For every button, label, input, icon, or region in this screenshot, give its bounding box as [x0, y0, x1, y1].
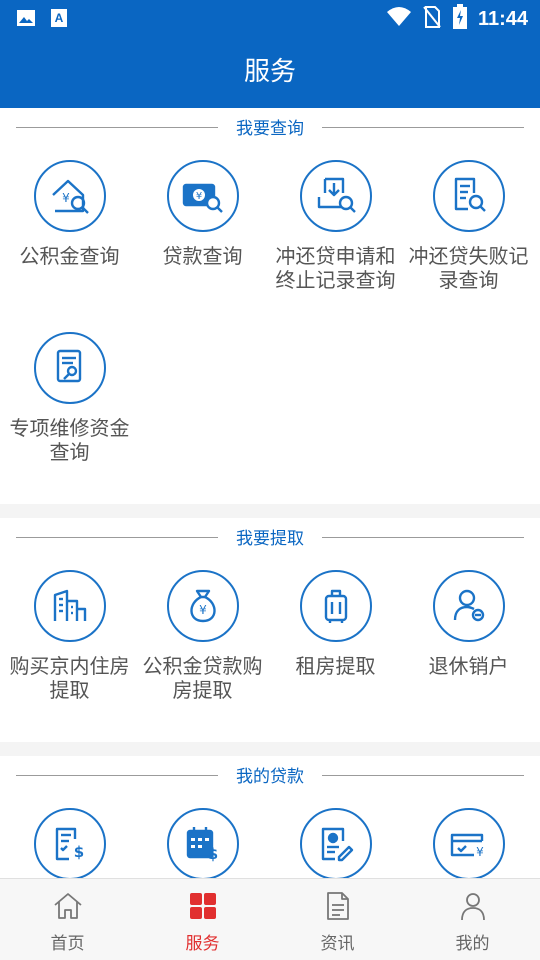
luggage-icon	[299, 570, 372, 642]
clock: 11:44	[477, 7, 528, 30]
grid-item-label: 公积金贷款购房提取	[142, 654, 263, 702]
service-content[interactable]: 我要查询 ¥ 公积金查询 ¥ 贷款查询 冲还贷申请和终止记录查询 冲还贷失败记录…	[0, 108, 540, 878]
money-bag-icon: ¥	[166, 570, 239, 642]
grid-item-buy-house-withdraw[interactable]: 购买京内住房提取	[3, 556, 136, 728]
house-search-icon: ¥	[33, 160, 106, 232]
status-bar: A 11:44	[0, 0, 540, 36]
tab-label: 首页	[50, 934, 85, 954]
text-a-icon: A	[50, 8, 68, 32]
user-icon	[459, 893, 487, 925]
grid-item-label: 冲还贷失败记录查询	[408, 244, 529, 292]
news-icon	[324, 892, 352, 925]
grid-item-label: 冲还贷申请和终止记录查询	[275, 244, 396, 292]
grid-item-loan-1[interactable]: $	[3, 794, 136, 878]
grid-item-loan-3[interactable]	[269, 794, 402, 878]
page-title: 服务	[243, 57, 296, 87]
grid: ¥ 公积金查询 ¥ 贷款查询 冲还贷申请和终止记录查询 冲还贷失败记录查询 专项…	[0, 146, 540, 490]
svg-text:¥: ¥	[62, 191, 70, 205]
grid-item-maintenance-fund-query[interactable]: 专项维修资金查询	[3, 318, 136, 490]
document-wrench-icon	[33, 332, 106, 404]
grid-item-retire-cancel[interactable]: 退休销户	[402, 556, 535, 728]
tab-mine[interactable]: 我的	[405, 879, 540, 960]
section-title: 我要提取	[222, 524, 318, 549]
grid-item-label: 租房提取	[295, 654, 376, 678]
card-yen-icon: ¥	[432, 808, 505, 878]
grid-item-loan-query[interactable]: ¥ 贷款查询	[136, 146, 269, 318]
money-search-icon: ¥	[166, 160, 239, 232]
svg-text:¥: ¥	[195, 191, 201, 202]
tab-label: 我的	[455, 934, 490, 954]
grid-item-repayment-record-query[interactable]: 冲还贷申请和终止记录查询	[269, 146, 402, 318]
section-my-loan: 我的贷款 $ $ ¥	[0, 756, 540, 878]
tab-service[interactable]: 服务	[135, 879, 270, 960]
tab-label: 资讯	[320, 934, 355, 954]
battery-charging-icon	[452, 4, 468, 34]
list-dollar-icon: $	[33, 808, 106, 878]
section-title: 我要查询	[222, 114, 318, 139]
grid-item-loan-4[interactable]: ¥	[402, 794, 535, 878]
tab-home[interactable]: 首页	[0, 879, 135, 960]
grid-item-loan-2[interactable]: $	[136, 794, 269, 878]
svg-text:$: $	[73, 843, 83, 861]
section-header: 我要查询	[0, 108, 540, 146]
grid: 购买京内住房提取 ¥ 公积金贷款购房提取 租房提取 退休销户	[0, 556, 540, 728]
grid-item-loan-house-withdraw[interactable]: ¥ 公积金贷款购房提取	[136, 556, 269, 728]
calendar-dollar-icon: $	[166, 808, 239, 878]
tab-label: 服务	[185, 934, 220, 954]
grid-item-label: 购买京内住房提取	[9, 654, 130, 702]
home-icon	[52, 893, 84, 925]
no-sim-icon	[422, 5, 442, 33]
grid: $ $ ¥	[0, 794, 540, 878]
bottom-tab-bar: 首页 服务 资讯 我的	[0, 878, 540, 960]
form-edit-icon	[299, 808, 372, 878]
section-header: 我要提取	[0, 518, 540, 556]
grid-item-label: 公积金查询	[19, 244, 120, 268]
grid-item-repayment-failure-query[interactable]: 冲还贷失败记录查询	[402, 146, 535, 318]
svg-text:A: A	[55, 11, 64, 25]
tray-search-icon	[299, 160, 372, 232]
person-minus-icon	[432, 570, 505, 642]
grid-item-label: 退休销户	[428, 654, 509, 678]
svg-text:¥: ¥	[476, 845, 484, 859]
grid-item-label: 贷款查询	[162, 244, 243, 268]
grid-item-housing-fund-query[interactable]: ¥ 公积金查询	[3, 146, 136, 318]
section-header: 我的贷款	[0, 756, 540, 794]
tab-news[interactable]: 资讯	[270, 879, 405, 960]
document-search-icon	[432, 160, 505, 232]
buildings-icon	[33, 570, 106, 642]
section-withdraw: 我要提取 购买京内住房提取 ¥ 公积金贷款购房提取 租房提取 退休销户	[0, 518, 540, 742]
wifi-icon	[386, 6, 412, 32]
section-title: 我的贷款	[222, 762, 318, 787]
image-icon	[16, 8, 36, 32]
section-query: 我要查询 ¥ 公积金查询 ¥ 贷款查询 冲还贷申请和终止记录查询 冲还贷失败记录…	[0, 108, 540, 504]
svg-text:¥: ¥	[199, 603, 207, 617]
grid-item-rent-withdraw[interactable]: 租房提取	[269, 556, 402, 728]
grid-item-label: 专项维修资金查询	[9, 416, 130, 464]
svg-text:$: $	[207, 845, 217, 863]
grid-icon	[188, 893, 218, 925]
app-bar: 服务	[0, 36, 540, 108]
